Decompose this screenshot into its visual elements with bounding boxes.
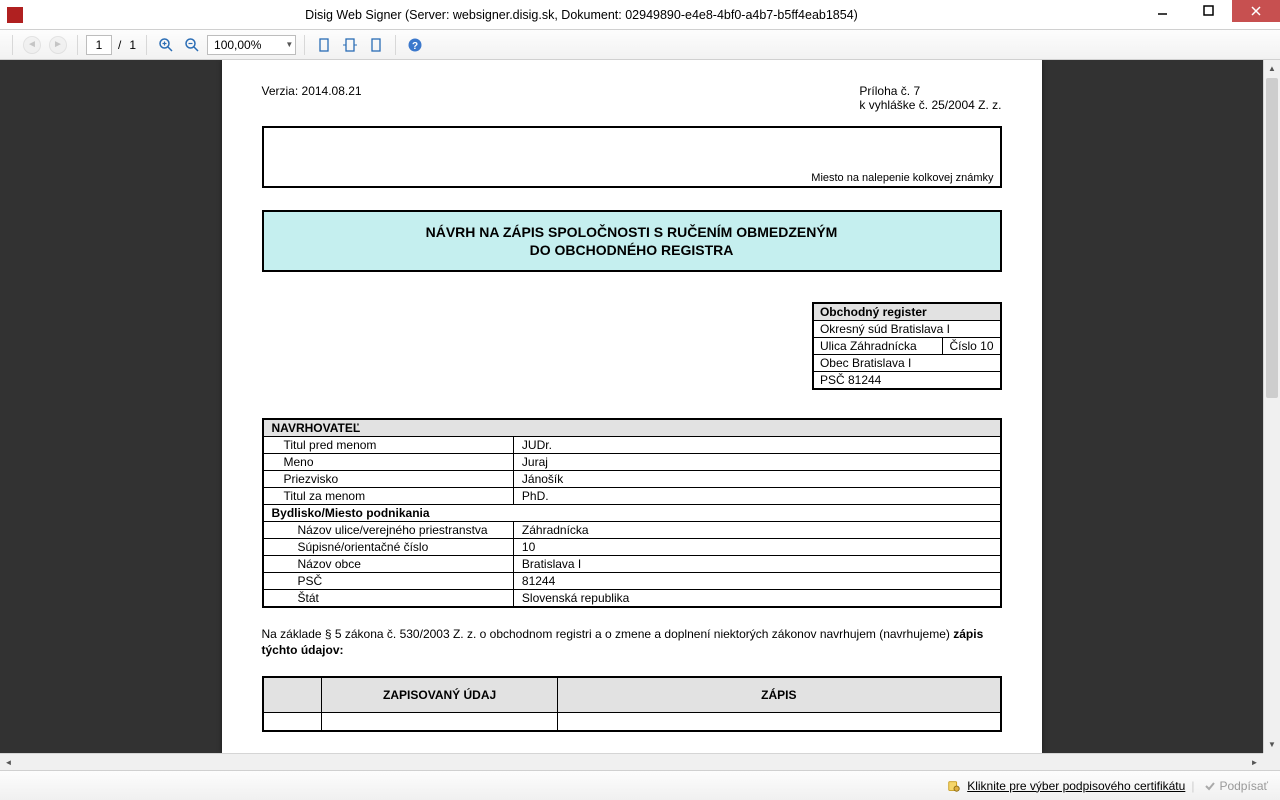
arrow-left-icon: ◄ [23, 36, 41, 54]
minimize-button[interactable] [1140, 0, 1186, 22]
row-label: PSČ [263, 573, 514, 590]
check-icon [1204, 780, 1216, 792]
nav-forward-button[interactable]: ► [47, 34, 69, 56]
legal-prefix: Na základe § 5 zákona č. 530/2003 Z. z. … [262, 627, 954, 641]
row-label: Súpisné/orientačné číslo [263, 539, 514, 556]
horizontal-scrollbar[interactable]: ◄ ► [0, 753, 1263, 770]
attachment-line2: k vyhláške č. 25/2004 Z. z. [859, 98, 1001, 112]
certificate-icon [947, 779, 961, 793]
titlebar: Disig Web Signer (Server: websigner.disi… [0, 0, 1280, 30]
row-label: Titul pred menom [263, 437, 514, 454]
entries-table: ZAPISOVANÝ ÚDAJ ZÁPIS [262, 676, 1002, 732]
sign-label: Podpísať [1219, 779, 1268, 793]
scroll-down-icon: ▼ [1264, 736, 1280, 753]
row-value: JUDr. [513, 437, 1000, 454]
title-line2: DO OBCHODNÉHO REGISTRA [272, 242, 992, 258]
zoom-combo[interactable]: 100,00% ▼ [207, 35, 296, 55]
help-icon: ? [407, 37, 423, 53]
col-zapis: ZÁPIS [558, 677, 1001, 713]
col-zapisovany: ZAPISOVANÝ ÚDAJ [322, 677, 558, 713]
register-table: Obchodný register Okresný súd Bratislava… [812, 302, 1002, 390]
actual-size-button[interactable] [365, 34, 387, 56]
maximize-icon [1201, 3, 1217, 19]
sign-button[interactable]: Podpísať [1200, 779, 1272, 793]
scroll-corner [1263, 753, 1280, 770]
fit-width-icon [342, 37, 358, 53]
app-icon [7, 7, 23, 23]
row-value: 81244 [513, 573, 1000, 590]
row-label: Priezvisko [263, 471, 514, 488]
row-value: Juraj [513, 454, 1000, 471]
window-title: Disig Web Signer (Server: websigner.disi… [23, 8, 1140, 22]
doc-version: Verzia: 2014.08.21 [262, 84, 362, 112]
scroll-left-icon: ◄ [0, 754, 17, 770]
applicant-table: NAVRHOVATEĽ Titul pred menomJUDr. MenoJu… [262, 418, 1002, 608]
table-row [263, 713, 1001, 731]
row-label: Titul za menom [263, 488, 514, 505]
page-total: 1 [127, 38, 138, 52]
page-icon [368, 37, 384, 53]
close-button[interactable] [1232, 0, 1280, 22]
attachment-line1: Príloha č. 7 [859, 84, 1001, 98]
fit-page-icon [316, 37, 332, 53]
page-current-input[interactable] [86, 35, 112, 55]
register-header: Obchodný register [813, 303, 1001, 321]
viewer-container: Verzia: 2014.08.21 Príloha č. 7 k vyhláš… [0, 60, 1280, 770]
scroll-right-icon: ► [1246, 754, 1263, 770]
page-separator: / [116, 38, 123, 52]
zoom-value: 100,00% [214, 38, 261, 52]
select-certificate-link[interactable]: Kliknite pre výber podpisového certifiká… [967, 779, 1185, 793]
arrow-right-icon: ► [49, 36, 67, 54]
address-header: Bydlisko/Miesto podnikania [263, 505, 1001, 522]
vertical-scrollbar[interactable]: ▲ ▼ [1263, 60, 1280, 753]
chevron-down-icon: ▼ [285, 40, 293, 49]
legal-text: Na základe § 5 zákona č. 530/2003 Z. z. … [262, 626, 1002, 658]
applicant-header: NAVRHOVATEĽ [263, 419, 1001, 437]
minimize-icon [1155, 3, 1171, 19]
document-title-box: NÁVRH NA ZÁPIS SPOLOČNOSTI S RUČENÍM OBM… [262, 210, 1002, 272]
row-value: Bratislava I [513, 556, 1000, 573]
register-zip: PSČ 81244 [813, 372, 1001, 390]
register-number: Číslo 10 [943, 338, 1001, 355]
zoom-out-button[interactable] [181, 34, 203, 56]
title-line1: NÁVRH NA ZÁPIS SPOLOČNOSTI S RUČENÍM OBM… [272, 224, 992, 240]
row-value: Slovenská republika [513, 590, 1000, 608]
fit-width-button[interactable] [339, 34, 361, 56]
stamp-note: Miesto na nalepenie kolkovej známky [811, 172, 993, 184]
scroll-up-icon: ▲ [1264, 60, 1280, 77]
row-label: Názov obce [263, 556, 514, 573]
fit-page-button[interactable] [313, 34, 335, 56]
row-label: Štát [263, 590, 514, 608]
row-label: Názov ulice/verejného priestranstva [263, 522, 514, 539]
document-page: Verzia: 2014.08.21 Príloha č. 7 k vyhláš… [222, 60, 1042, 753]
close-icon [1248, 3, 1264, 19]
statusbar: Kliknite pre výber podpisového certifiká… [0, 770, 1280, 800]
window-controls [1140, 0, 1280, 29]
nav-back-button[interactable]: ◄ [21, 34, 43, 56]
zoom-in-icon [158, 37, 174, 53]
row-value: PhD. [513, 488, 1000, 505]
help-button[interactable]: ? [404, 34, 426, 56]
document-viewport[interactable]: Verzia: 2014.08.21 Príloha č. 7 k vyhláš… [0, 60, 1263, 753]
register-street: Ulica Záhradnícka [813, 338, 943, 355]
toolbar: ◄ ► / 1 100,00% ▼ ? [0, 30, 1280, 60]
register-city: Obec Bratislava I [813, 355, 1001, 372]
maximize-button[interactable] [1186, 0, 1232, 22]
stamp-box: Miesto na nalepenie kolkovej známky [262, 126, 1002, 188]
row-value: Jánošík [513, 471, 1000, 488]
zoom-in-button[interactable] [155, 34, 177, 56]
row-label: Meno [263, 454, 514, 471]
scroll-thumb[interactable] [1266, 78, 1278, 398]
svg-text:?: ? [412, 41, 418, 52]
zoom-out-icon [184, 37, 200, 53]
row-value: 10 [513, 539, 1000, 556]
row-value: Záhradnícka [513, 522, 1000, 539]
register-court: Okresný súd Bratislava I [813, 321, 1001, 338]
